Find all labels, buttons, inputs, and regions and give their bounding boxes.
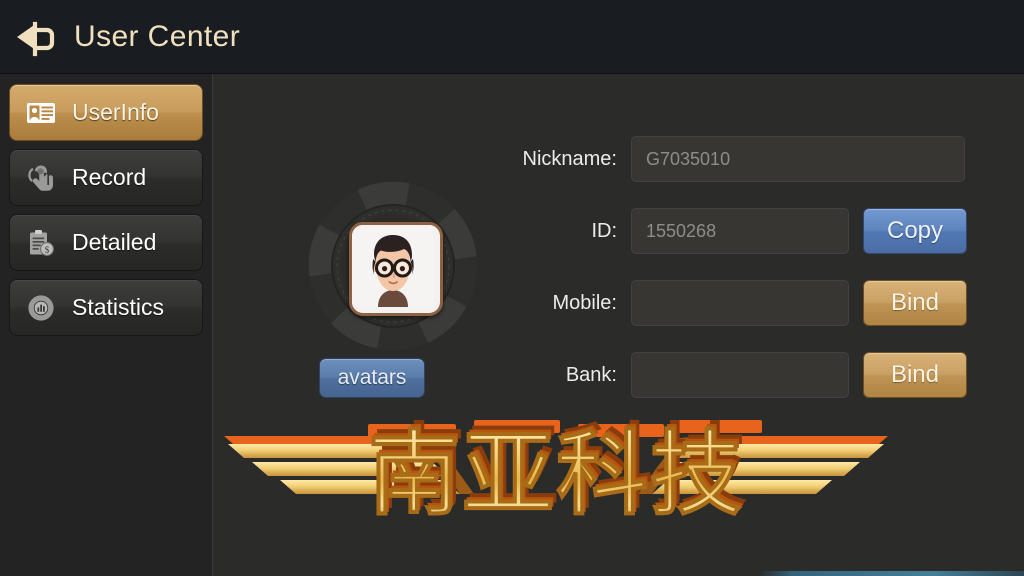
watermark-text: 南亚科技 (368, 421, 744, 528)
mobile-input[interactable] (631, 280, 849, 326)
id-card-icon (24, 96, 58, 130)
avatar[interactable] (349, 222, 443, 316)
avatars-button-label: avatars (337, 366, 407, 389)
id-label: ID: (591, 219, 617, 242)
bank-label: Bank: (565, 363, 617, 386)
user-info-form: Nickname: G7035010 ID: 1550268 Copy Mobi… (509, 136, 999, 424)
bind-bank-button[interactable]: Bind (863, 352, 967, 398)
sidebar-item-detailed[interactable]: $ Detailed (9, 214, 203, 271)
back-arrow-icon[interactable] (8, 9, 64, 65)
form-row-bank: Bank: Bind (509, 352, 999, 398)
id-input[interactable]: 1550268 (631, 208, 849, 254)
avatar-block: avatars (287, 180, 497, 400)
main-content: avatars Nickname: G7035010 ID: 1550268 C… (214, 74, 1024, 576)
user-center-screen: User Center UserInfo Record $ Detailed S… (0, 0, 1024, 576)
nickname-input[interactable]: G7035010 (631, 136, 965, 182)
mobile-label: Mobile: (552, 291, 617, 314)
form-row-id: ID: 1550268 Copy (509, 208, 999, 254)
copy-button[interactable]: Copy (863, 208, 967, 254)
sidebar-item-record[interactable]: Record (9, 149, 203, 206)
svg-text:南亚科技: 南亚科技 (373, 414, 749, 521)
svg-text:南亚科技: 南亚科技 (370, 418, 746, 525)
bind-mobile-button[interactable]: Bind (863, 280, 967, 326)
bottom-edge-strip (759, 571, 1024, 576)
sidebar-item-label: Statistics (72, 294, 165, 320)
hand-tap-icon (24, 161, 58, 195)
pie-chart-bars-icon (24, 291, 58, 325)
form-row-mobile: Mobile: Bind (509, 280, 999, 326)
page-title: User Center (74, 19, 241, 53)
sidebar-item-label: UserInfo (72, 99, 159, 125)
sidebar-item-statistics[interactable]: Statistics (9, 279, 203, 336)
sidebar-item-userinfo[interactable]: UserInfo (9, 84, 203, 141)
sidebar: UserInfo Record $ Detailed Statistics (0, 74, 213, 576)
nickname-label: Nickname: (522, 147, 617, 170)
sidebar-item-label: Detailed (72, 229, 157, 255)
avatars-button[interactable]: avatars (319, 358, 425, 398)
bank-input[interactable] (631, 352, 849, 398)
form-row-nickname: Nickname: G7035010 (509, 136, 999, 182)
sidebar-item-label: Record (72, 164, 147, 190)
winged-gold-logo: 南亚科技 南亚科技 南亚科技 (214, 410, 906, 530)
clipboard-money-icon: $ (24, 226, 58, 260)
svg-text:$: $ (45, 245, 50, 255)
app-header: User Center (0, 0, 1024, 74)
